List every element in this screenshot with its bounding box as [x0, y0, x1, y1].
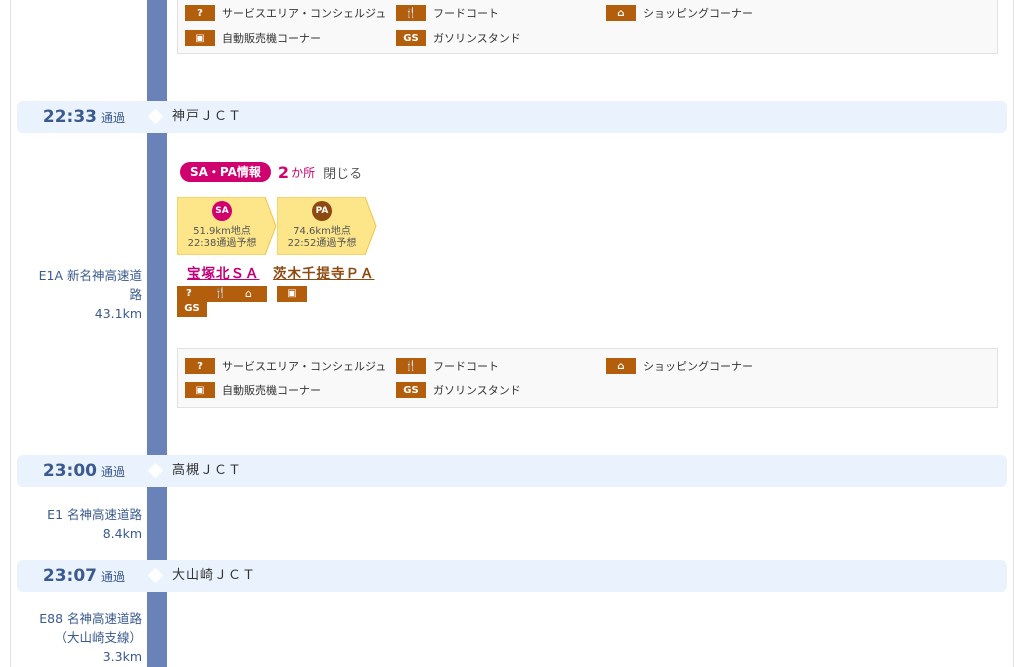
pa-name-link[interactable]: 茨木千提寺ＰＡ [273, 262, 375, 282]
legend-concierge-label: サービスエリア・コンシェルジュ [222, 360, 387, 373]
stop-row: 23:00 通過 高槻ＪＣＴ [17, 455, 1007, 487]
sa-badge-icon: SA [212, 201, 232, 221]
sa-pa-count-unit: か所 [291, 165, 316, 180]
sa-facility-icons: ? 🍴 ⌂ [177, 286, 267, 302]
fork-knife-icon: 🍴 [396, 5, 426, 21]
sa-eta: 22:38通過予想 [187, 238, 257, 249]
close-sa-pa-link[interactable]: 閉じる [323, 163, 362, 182]
segment-distance: 8.4km [102, 526, 142, 541]
segment-distance: 3.3km [102, 649, 142, 664]
sa-pa-info-pill: SA・PA情報 [180, 162, 271, 182]
stop-status: 通過 [100, 570, 125, 584]
legend-vending-label: 自動販売機コーナー [222, 384, 321, 397]
shop-icon: ⌂ [606, 358, 636, 374]
gas-station-icon: GS [177, 301, 207, 317]
pa-eta: 22:52通過予想 [287, 238, 357, 249]
segment-info: E88 名神高速道路 （大山崎支線） 3.3km [20, 609, 142, 666]
legend-shopping: ⌂ ショッピングコーナー [606, 5, 753, 21]
gas-station-icon: GS [396, 30, 426, 46]
concierge-icon: ? [185, 5, 215, 21]
stop-status: 通過 [100, 111, 125, 125]
legend-food-court-label: フードコート [433, 7, 499, 20]
stop-time: 22:33 [42, 107, 97, 127]
legend-food-court: 🍴 フードコート [396, 5, 499, 21]
facility-legend-top: ? サービスエリア・コンシェルジュ 🍴 フードコート ⌂ ショッピングコーナー … [177, 0, 998, 54]
stop-time: 23:07 [42, 566, 97, 586]
segment-info: E1 名神高速道路 8.4km [20, 505, 142, 543]
sa-card-text: 51.9km地点 22:38通過予想 [177, 226, 267, 250]
legend-shopping: ⌂ ショッピングコーナー [606, 358, 753, 374]
segment-road: E1 名神高速道路 [47, 507, 142, 522]
vending-icon: ▣ [277, 286, 307, 302]
route-page: ? サービスエリア・コンシェルジュ 🍴 フードコート ⌂ ショッピングコーナー … [0, 0, 1024, 667]
stop-time-wrap: 23:00 通過 [43, 455, 125, 487]
stop-marker-icon [147, 567, 164, 584]
segment-road-cont: （大山崎支線） [54, 630, 142, 645]
sa-card[interactable]: SA 51.9km地点 22:38通過予想 [177, 197, 277, 255]
shop-icon: ⌂ [606, 5, 636, 21]
stop-marker-icon [147, 108, 164, 125]
segment-info: E1A 新名神高速道 路 43.1km [20, 266, 142, 323]
legend-food-court: 🍴 フードコート [396, 358, 499, 374]
frame-left [10, 0, 11, 667]
segment-road: E1A 新名神高速道 [38, 268, 142, 283]
sa-point: 51.9km地点 [193, 226, 251, 237]
legend-gas: GS ガソリンスタンド [396, 30, 521, 46]
legend-concierge: ? サービスエリア・コンシェルジュ [185, 5, 386, 21]
stop-time-wrap: 22:33 通過 [43, 101, 125, 133]
frame-right [1013, 0, 1014, 667]
gas-station-icon: GS [396, 382, 426, 398]
legend-vending: ▣ 自動販売機コーナー [185, 382, 321, 398]
stop-time: 23:00 [42, 461, 97, 481]
pa-badge-icon: PA [312, 201, 332, 221]
stop-name: 神戸ＪＣＴ [172, 109, 243, 124]
segment-distance: 43.1km [94, 306, 142, 321]
legend-concierge: ? サービスエリア・コンシェルジュ [185, 358, 386, 374]
stop-marker-icon [147, 462, 164, 479]
stop-row: 22:33 通過 神戸ＪＣＴ [17, 101, 1007, 133]
concierge-icon: ? [185, 358, 215, 374]
stop-row: 23:07 通過 大山崎ＪＣＴ [17, 560, 1007, 592]
stop-time-wrap: 23:07 通過 [43, 560, 125, 592]
legend-gas: GS ガソリンスタンド [396, 382, 521, 398]
legend-gas-label: ガソリンスタンド [433, 32, 521, 45]
shop-icon: ⌂ [245, 287, 252, 300]
concierge-icon: ? [186, 288, 192, 299]
stop-name: 大山崎ＪＣＴ [172, 568, 257, 583]
fork-knife-icon: 🍴 [396, 358, 426, 374]
stop-name: 高槻ＪＣＴ [172, 463, 243, 478]
vending-icon: ▣ [185, 30, 215, 46]
legend-shopping-label: ショッピングコーナー [643, 7, 753, 20]
legend-concierge-label: サービスエリア・コンシェルジュ [222, 7, 387, 20]
pa-card-text: 74.6km地点 22:52通過予想 [277, 226, 367, 250]
pa-point: 74.6km地点 [293, 226, 351, 237]
legend-vending-label: 自動販売機コーナー [222, 32, 321, 45]
legend-food-court-label: フードコート [433, 360, 499, 373]
sa-pa-count: 2 [277, 162, 290, 182]
sa-pa-info-header: SA・PA情報 2 か所 閉じる [180, 161, 362, 183]
legend-vending: ▣ 自動販売機コーナー [185, 30, 321, 46]
segment-road-cont: 路 [129, 287, 142, 302]
facility-legend: ? サービスエリア・コンシェルジュ 🍴 フードコート ⌂ ショッピングコーナー … [177, 348, 998, 408]
stop-status: 通過 [100, 465, 125, 479]
vending-icon: ▣ [185, 382, 215, 398]
legend-shopping-label: ショッピングコーナー [643, 360, 753, 373]
legend-gas-label: ガソリンスタンド [433, 384, 521, 397]
sa-name-link[interactable]: 宝塚北ＳＡ [187, 262, 260, 282]
segment-road: E88 名神高速道路 [39, 611, 142, 626]
fork-knife-icon: 🍴 [214, 288, 227, 299]
pa-card[interactable]: PA 74.6km地点 22:52通過予想 [277, 197, 377, 255]
